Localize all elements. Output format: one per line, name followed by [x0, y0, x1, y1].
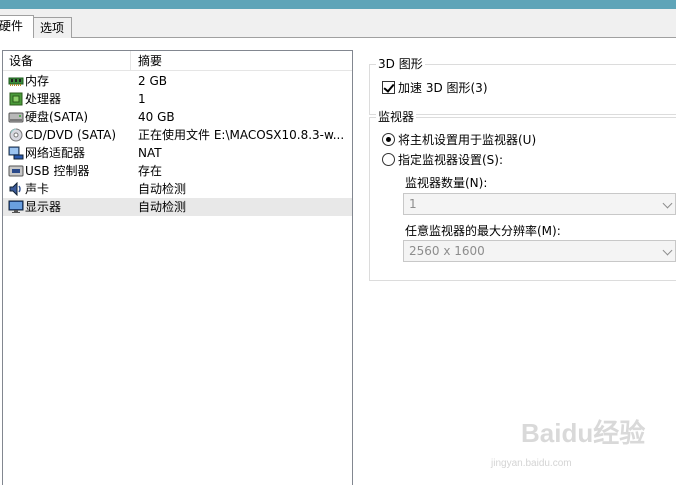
- device-name: 内存: [25, 74, 50, 88]
- tab-hardware[interactable]: 硬件: [0, 15, 34, 39]
- device-summary: 40 GB: [138, 110, 175, 124]
- device-name: CD/DVD (SATA): [25, 128, 117, 142]
- use-host-settings-label: 将主机设置用于监视器(U): [398, 133, 537, 147]
- device-row-sound-card[interactable]: 声卡 自动检测: [3, 180, 352, 198]
- device-summary: 1: [138, 92, 146, 106]
- display-icon: [8, 200, 24, 214]
- device-name: 硬盘(SATA): [25, 110, 89, 124]
- device-name: 网络适配器: [25, 146, 86, 160]
- column-header-device[interactable]: 设备: [3, 51, 131, 71]
- usb-controller-icon: [8, 164, 24, 178]
- monitor-count-value: 1: [409, 197, 417, 211]
- device-summary: 存在: [138, 164, 163, 178]
- harddisk-icon: [8, 110, 24, 124]
- monitor-group-title: 监视器: [376, 110, 417, 124]
- device-row-memory[interactable]: 内存 2 GB: [3, 72, 352, 90]
- device-row-display[interactable]: 显示器 自动检测: [3, 198, 352, 216]
- device-list[interactable]: 设备 摘要 内存 2 GB 处理器 1 硬盘(SATA) 40 GB CD/DV…: [2, 50, 353, 485]
- monitor-group: 监视器 将主机设置用于监视器(U) 指定监视器设置(S): 监视器数量(N): …: [369, 110, 676, 281]
- device-row-processor[interactable]: 处理器 1: [3, 90, 352, 108]
- device-rows: 内存 2 GB 处理器 1 硬盘(SATA) 40 GB CD/DVD (SAT…: [3, 72, 352, 216]
- max-resolution-select[interactable]: 2560 x 1600: [403, 240, 676, 262]
- device-name: USB 控制器: [25, 164, 90, 178]
- device-summary: 2 GB: [138, 74, 167, 88]
- chevron-down-icon: [662, 245, 673, 256]
- device-list-header: 设备 摘要: [3, 51, 352, 71]
- accelerate-3d-label: 加速 3D 图形(3): [398, 81, 488, 95]
- network-adapter-icon: [8, 146, 24, 160]
- device-name: 显示器: [25, 200, 62, 214]
- device-name: 声卡: [25, 182, 50, 196]
- graphics-3d-group: 3D 图形 加速 3D 图形(3): [369, 57, 676, 115]
- radio-selected-icon[interactable]: [382, 133, 395, 146]
- device-summary: 自动检测: [138, 182, 187, 196]
- device-summary: 正在使用文件 E:\MACOSX10.8.3-w...: [138, 128, 345, 142]
- memory-icon: [8, 74, 24, 88]
- monitor-count-label: 监视器数量(N):: [405, 176, 488, 190]
- device-summary: 自动检测: [138, 200, 187, 214]
- processor-icon: [8, 92, 24, 106]
- monitor-count-select[interactable]: 1: [403, 193, 676, 215]
- device-row-cd-dvd[interactable]: CD/DVD (SATA) 正在使用文件 E:\MACOSX10.8.3-w..…: [3, 126, 352, 144]
- column-header-summary[interactable]: 摘要: [131, 51, 352, 71]
- device-row-harddisk[interactable]: 硬盘(SATA) 40 GB: [3, 108, 352, 126]
- max-resolution-label: 任意监视器的最大分辨率(M):: [405, 224, 561, 238]
- window-title-strip: [0, 0, 676, 9]
- tab-options[interactable]: 选项: [34, 17, 72, 38]
- chevron-down-icon: [662, 198, 673, 209]
- specify-monitor-settings-label: 指定监视器设置(S):: [398, 153, 504, 167]
- graphics-3d-title: 3D 图形: [376, 57, 425, 71]
- sound-card-icon: [8, 181, 24, 197]
- checkbox-checked-icon[interactable]: [382, 81, 395, 94]
- baidu-watermark: Baidu经验 jingyan.baidu.com: [491, 411, 646, 471]
- radio-unselected-icon[interactable]: [382, 153, 395, 166]
- watermark-url-text: jingyan.baidu.com: [491, 458, 572, 469]
- device-row-network-adapter[interactable]: 网络适配器 NAT: [3, 144, 352, 162]
- tab-bar: 硬件 选项: [0, 9, 676, 39]
- device-row-usb-controller[interactable]: USB 控制器 存在: [3, 162, 352, 180]
- device-name: 处理器: [25, 92, 62, 106]
- max-resolution-value: 2560 x 1600: [409, 244, 485, 258]
- watermark-logo-text: Baidu经验: [521, 418, 646, 448]
- device-summary: NAT: [138, 146, 162, 160]
- cd-dvd-icon: [8, 128, 24, 142]
